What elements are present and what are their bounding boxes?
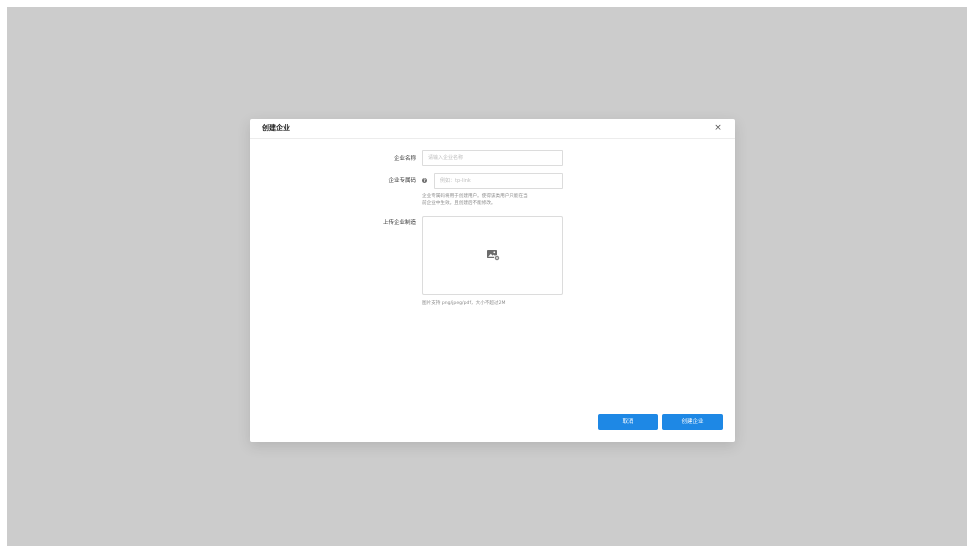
dialog-header: 创建企业 × (250, 119, 735, 139)
company-code-hint-line1: 企业专属码将用于创建用户。使得该类用户只能在当 (422, 194, 528, 199)
logo-upload-area[interactable] (422, 216, 563, 295)
cancel-button[interactable]: 取消 (598, 414, 658, 430)
company-code-hint-line2: 前企业中生效。且创建后不能修改。 (422, 201, 496, 206)
create-company-button[interactable]: 创建企业 (662, 414, 723, 430)
company-code-label: 企业专属码 (388, 178, 416, 184)
help-icon[interactable]: ? (422, 178, 427, 183)
company-logo-label: 上传企业制造 (382, 220, 416, 226)
image-upload-icon (487, 250, 500, 261)
company-name-label: 企业名称 (393, 156, 416, 162)
create-company-dialog: 创建企业 × 企业名称 企业专属码 ? 企业专属码将用于创建用户。使得该类用户只… (250, 119, 735, 442)
logo-upload-hint: 图片支持 png/jpeg/pdf，大小不超过2M (422, 301, 506, 306)
dialog-title: 创建企业 (262, 124, 290, 132)
company-name-input[interactable] (422, 150, 563, 166)
company-code-input[interactable] (434, 173, 563, 189)
close-icon[interactable]: × (713, 122, 723, 134)
